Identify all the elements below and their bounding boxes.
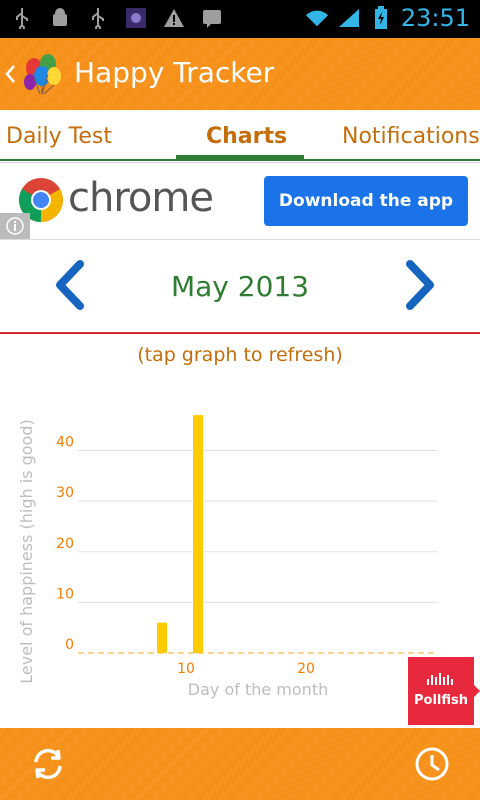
clock-time: 23:51 — [400, 4, 470, 32]
signal-icon — [337, 6, 361, 30]
app-logo-balloons-icon[interactable] — [20, 52, 64, 96]
x-axis-label: Day of the month — [188, 680, 328, 699]
download-app-button[interactable]: Download the app — [264, 176, 468, 226]
next-month-chevron-icon[interactable] — [404, 260, 438, 310]
refresh-icon[interactable] — [30, 746, 66, 782]
y-tick-label: 30 — [56, 485, 74, 501]
bottom-bar — [0, 728, 480, 800]
y-axis-label: Level of happiness (high is good) — [17, 419, 36, 683]
app-notification-icon — [124, 6, 148, 30]
clock-history-icon[interactable] — [414, 746, 450, 782]
action-bar: Happy Tracker — [0, 38, 480, 110]
app-title: Happy Tracker — [74, 56, 275, 89]
tab-charts[interactable]: Charts — [206, 124, 287, 149]
y-tick-label: 10 — [56, 586, 74, 602]
month-navigator: May 2013 — [0, 238, 480, 334]
up-navigation-icon[interactable] — [4, 62, 18, 86]
y-tick-label: 20 — [56, 536, 74, 552]
refresh-hint: (tap graph to refresh) — [137, 344, 343, 366]
warning-icon — [162, 6, 186, 30]
tab-active-indicator — [176, 155, 304, 161]
divider-red — [0, 332, 480, 334]
status-bar: 23:51 — [0, 0, 480, 38]
y-tick-label: 40 — [56, 435, 74, 451]
usb-icon-2 — [86, 6, 110, 30]
y-tick-label: 0 — [65, 637, 74, 653]
bar-day-8 — [157, 622, 167, 653]
usb-icon — [10, 6, 34, 30]
message-icon — [200, 6, 224, 30]
pollfish-wave-icon — [427, 673, 453, 685]
tab-notifications[interactable]: Notifications — [342, 124, 480, 149]
pollfish-badge[interactable]: Pollfish — [408, 657, 480, 725]
x-tick-label: 10 — [177, 661, 195, 677]
wifi-icon — [305, 6, 329, 30]
pollfish-label: Pollfish — [414, 693, 468, 708]
ad-brand-text: chrome — [68, 175, 214, 221]
x-tick-label: 20 — [297, 661, 315, 677]
bar-day-11 — [193, 415, 203, 653]
ad-banner[interactable]: chrome Download the app — [0, 162, 480, 240]
battery-icon — [369, 6, 393, 30]
tab-daily-test[interactable]: Daily Test — [6, 124, 112, 149]
pollfish-arrow — [474, 685, 480, 697]
ad-info-icon[interactable] — [0, 213, 30, 239]
android-icon — [48, 6, 72, 30]
